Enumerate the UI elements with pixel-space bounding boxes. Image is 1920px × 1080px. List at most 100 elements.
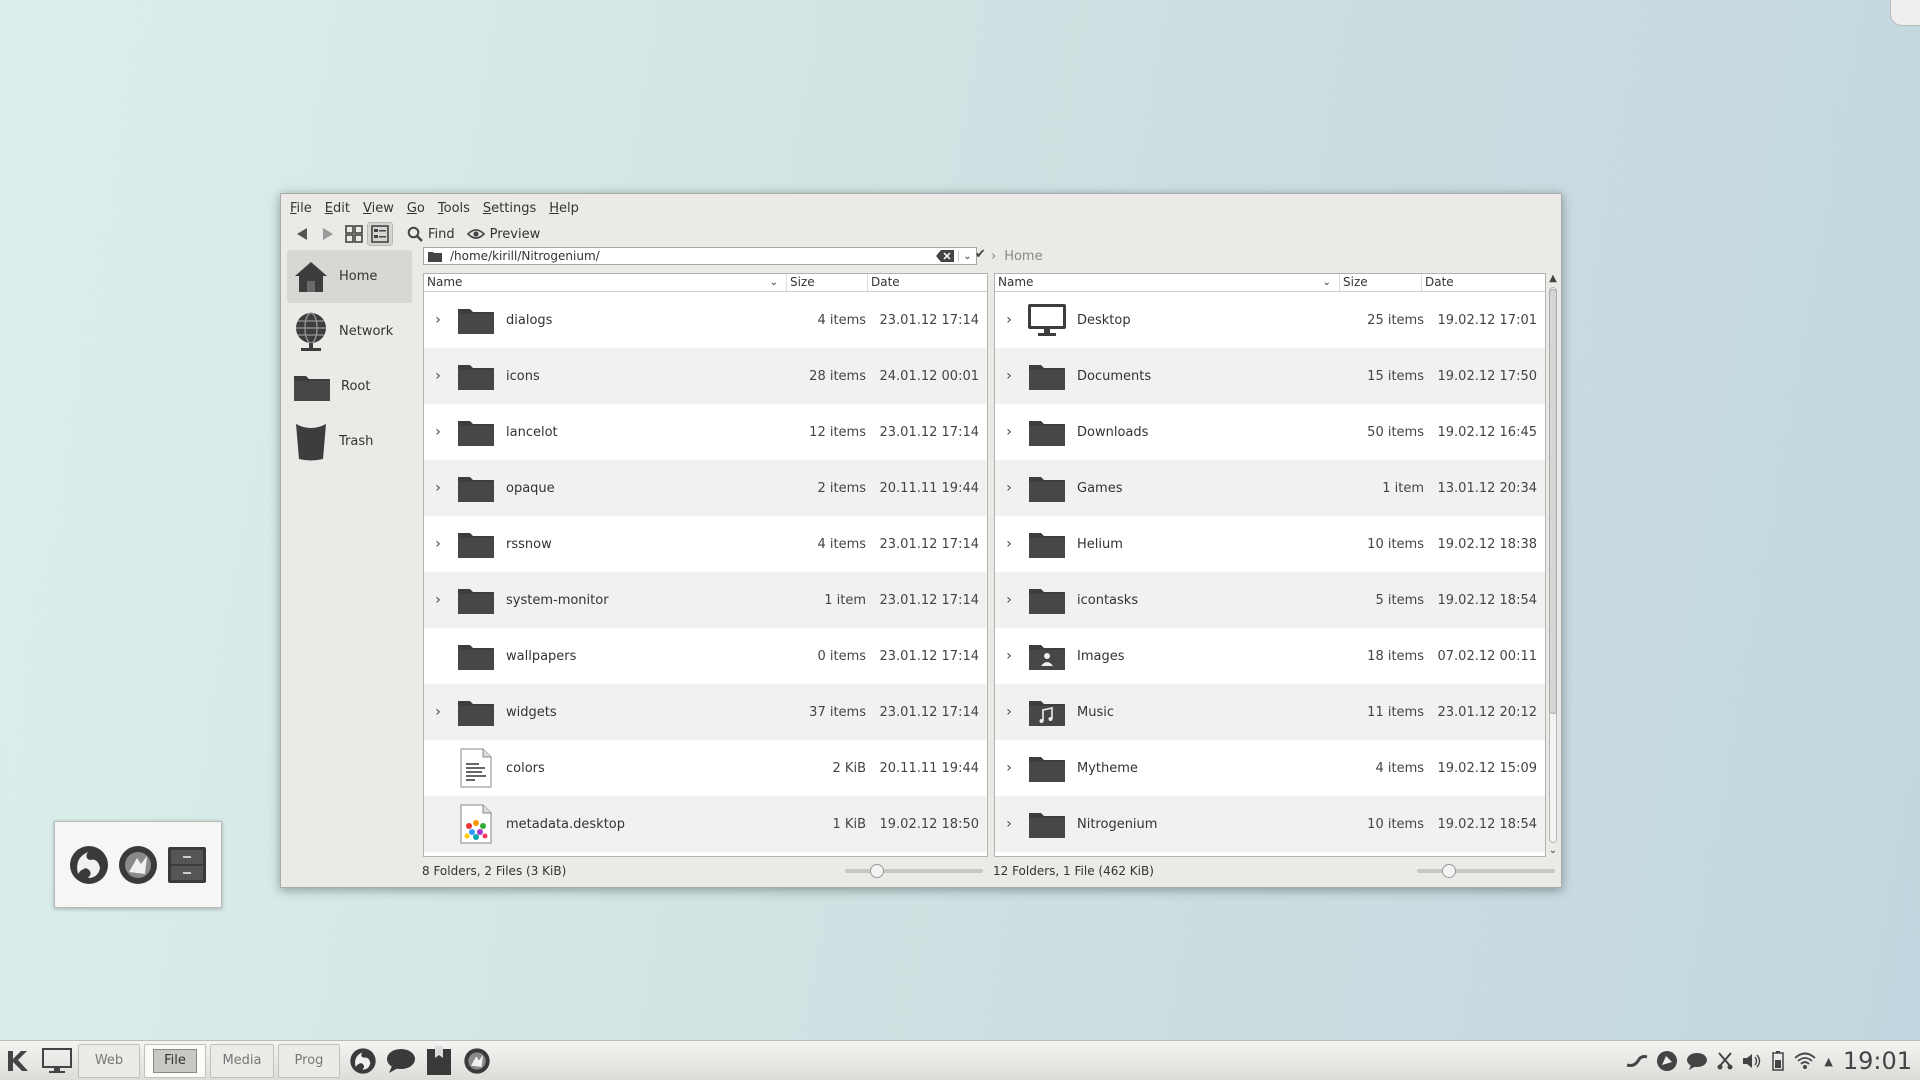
breadcrumb-home[interactable]: Home	[1004, 249, 1042, 264]
steam-icon[interactable]	[1626, 1053, 1648, 1069]
confirm-location-icon[interactable]: ✔	[975, 247, 986, 262]
volume-icon[interactable]	[1742, 1053, 1762, 1069]
table-row[interactable]: › Nitrogenium 10 items 19.02.12 18:54	[995, 796, 1545, 852]
table-row[interactable]: › Mytheme 4 items 19.02.12 15:09	[995, 740, 1545, 796]
right-col-size[interactable]: Size	[1340, 274, 1422, 291]
menu-go[interactable]: Go	[407, 198, 432, 220]
menu-view[interactable]: View	[363, 198, 401, 220]
table-row[interactable]: › Downloads 50 items 19.02.12 16:45	[995, 404, 1545, 460]
workspace-web[interactable]: Web	[78, 1043, 140, 1078]
table-row[interactable]: › Games 1 item 13.01.12 20:34	[995, 460, 1545, 516]
right-file-list: › Desktop 25 items 19.02.12 17:01 › Documents…	[995, 292, 1545, 852]
chat-app-tray-icon[interactable]	[1656, 1050, 1678, 1072]
expand-chevron-icon[interactable]: ›	[424, 536, 452, 552]
forward-button[interactable]	[315, 222, 341, 246]
screen-corner-button[interactable]	[1890, 0, 1920, 26]
file-cabinet-icon[interactable]	[166, 844, 208, 886]
expand-chevron-icon[interactable]: ›	[995, 592, 1023, 608]
table-row[interactable]: › widgets 37 items 23.01.12 17:14	[424, 684, 987, 740]
firefox-icon[interactable]	[68, 844, 110, 886]
find-button[interactable]: Find	[401, 222, 461, 246]
expand-chevron-icon[interactable]: ›	[995, 424, 1023, 440]
back-button[interactable]	[289, 222, 315, 246]
menu-settings[interactable]: Settings	[483, 198, 543, 220]
table-row[interactable]: › system-monitor 1 item 23.01.12 17:14	[424, 572, 987, 628]
chat-bubble-icon[interactable]	[1686, 1052, 1708, 1070]
left-col-size[interactable]: Size	[787, 274, 868, 291]
menu-tools[interactable]: Tools	[438, 198, 477, 220]
expand-chevron-icon[interactable]: ›	[424, 312, 452, 328]
scroll-up-icon[interactable]: ▲	[1546, 273, 1560, 285]
expand-chevron-icon[interactable]: ›	[995, 816, 1023, 832]
show-desktop-button[interactable]	[39, 1045, 75, 1077]
scissors-icon[interactable]	[1716, 1052, 1734, 1070]
task-firefox[interactable]	[347, 1045, 379, 1077]
scrollbar-thumb[interactable]	[1549, 289, 1557, 714]
icon-view-button[interactable]	[341, 222, 367, 246]
expand-chevron-icon[interactable]: ›	[424, 424, 452, 440]
table-row[interactable]: › icons 28 items 24.01.12 00:01	[424, 348, 987, 404]
table-row[interactable]: › Music 11 items 23.01.12 20:12	[995, 684, 1545, 740]
table-row[interactable]: › opaque 2 items 20.11.11 19:44	[424, 460, 987, 516]
table-row[interactable]: colors 2 KiB 20.11.11 19:44	[424, 740, 987, 796]
place-network[interactable]: Network	[287, 305, 412, 358]
battery-icon[interactable]	[1772, 1051, 1785, 1071]
table-row[interactable]: › rssnow 4 items 23.01.12 17:14	[424, 516, 987, 572]
expand-chevron-icon[interactable]: ›	[995, 648, 1023, 664]
table-row[interactable]: metadata.desktop 1 KiB 19.02.12 18:50	[424, 796, 987, 852]
expand-chevron-icon[interactable]: ›	[995, 704, 1023, 720]
table-row[interactable]: › Helium 10 items 19.02.12 18:38	[995, 516, 1545, 572]
clock[interactable]: 19:01	[1843, 1047, 1912, 1075]
expand-chevron-icon[interactable]: ›	[424, 368, 452, 384]
left-zoom-knob[interactable]	[870, 864, 884, 878]
expand-chevron-icon[interactable]: ›	[424, 592, 452, 608]
expand-chevron-icon[interactable]: ›	[424, 704, 452, 720]
expand-chevron-icon[interactable]: ›	[995, 480, 1023, 496]
place-root[interactable]: Root	[287, 360, 412, 413]
left-col-name[interactable]: Name ⌄	[424, 274, 787, 291]
expand-chevron-icon[interactable]: ›	[995, 368, 1023, 384]
kde-menu-button[interactable]	[3, 1045, 33, 1077]
right-panel-scrollbar[interactable]: ▲ ⌄	[1546, 273, 1560, 857]
expand-chevron-icon[interactable]: ›	[995, 760, 1023, 776]
workspace-file[interactable]: File	[144, 1043, 206, 1078]
expand-chevron-icon[interactable]: ›	[424, 480, 452, 496]
place-trash[interactable]: Trash	[287, 415, 412, 468]
table-row[interactable]: › Documents 15 items 19.02.12 17:50	[995, 348, 1545, 404]
thunderbird-icon[interactable]	[117, 844, 159, 886]
menu-edit[interactable]: Edit	[325, 198, 357, 220]
file-name: metadata.desktop	[506, 816, 625, 832]
expand-chevron-icon[interactable]: ›	[995, 536, 1023, 552]
expand-chevron-icon[interactable]: ›	[995, 312, 1023, 328]
workspace-prog[interactable]: Prog	[278, 1043, 340, 1078]
place-home[interactable]: Home	[287, 250, 412, 303]
details-view-button[interactable]	[367, 222, 393, 246]
wifi-icon[interactable]	[1794, 1052, 1816, 1070]
location-input[interactable]: /home/kirill/Nitrogenium/ ⌄	[423, 247, 977, 265]
left-zoom-slider[interactable]	[845, 864, 983, 878]
clear-text-icon[interactable]	[936, 250, 954, 262]
preview-button[interactable]: Preview	[461, 222, 547, 246]
text-file-icon	[452, 748, 500, 788]
table-row[interactable]: › lancelot 12 items 23.01.12 17:14	[424, 404, 987, 460]
task-thunderbird[interactable]	[461, 1045, 493, 1077]
file-size: 25 items	[1367, 312, 1424, 328]
table-row[interactable]: › dialogs 4 items 23.01.12 17:14	[424, 292, 987, 348]
left-col-date[interactable]: Date	[868, 274, 987, 291]
table-row[interactable]: › Desktop 25 items 19.02.12 17:01	[995, 292, 1545, 348]
history-dropdown-icon[interactable]: ⌄	[958, 250, 976, 262]
scroll-down-icon[interactable]: ⌄	[1546, 845, 1560, 857]
right-zoom-slider[interactable]	[1417, 864, 1555, 878]
table-row[interactable]: › icontasks 5 items 19.02.12 18:54	[995, 572, 1545, 628]
right-zoom-knob[interactable]	[1442, 864, 1456, 878]
right-col-name[interactable]: Name ⌄	[995, 274, 1340, 291]
tray-expand-icon[interactable]: ▲	[1824, 1055, 1832, 1068]
menu-help[interactable]: Help	[549, 198, 586, 220]
menu-file[interactable]: File	[290, 198, 319, 220]
table-row[interactable]: › Images 18 items 07.02.12 00:11	[995, 628, 1545, 684]
workspace-media[interactable]: Media	[210, 1043, 274, 1078]
task-file-manager[interactable]	[423, 1045, 455, 1077]
right-col-date[interactable]: Date	[1422, 274, 1545, 291]
table-row[interactable]: wallpapers 0 items 23.01.12 17:14	[424, 628, 987, 684]
task-chat[interactable]	[385, 1045, 417, 1077]
